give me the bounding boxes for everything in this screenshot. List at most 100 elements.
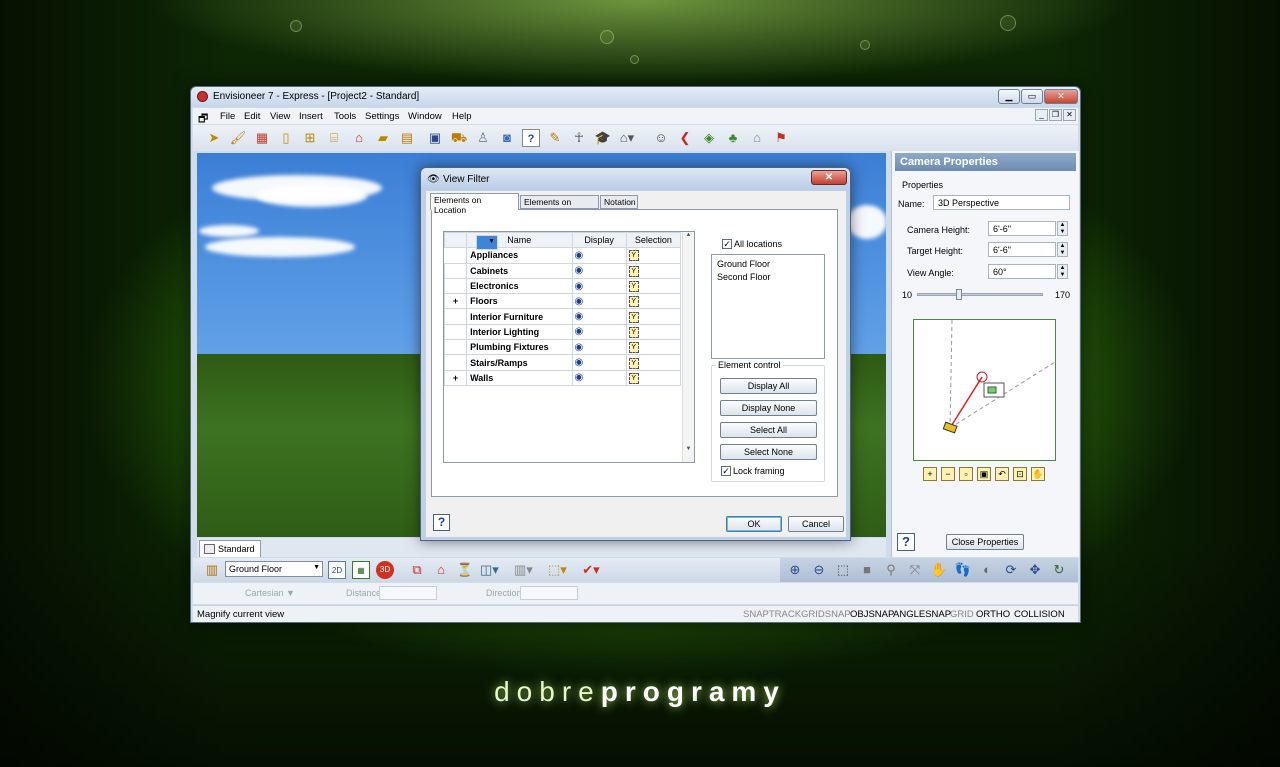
snap-gridsnap[interactable]: GRIDSNAP <box>801 609 851 620</box>
snap-collision[interactable]: COLLISION <box>1014 609 1065 620</box>
home-dropdown-icon[interactable]: ⌂▾ <box>618 129 636 147</box>
menu-view[interactable]: View <box>270 111 290 122</box>
preview-zoom-out-icon[interactable]: − <box>941 467 955 481</box>
display-toggle[interactable]: ◉ <box>571 354 627 371</box>
lamp-icon[interactable]: ♙ <box>474 129 492 147</box>
preview-fit-icon[interactable]: ▣ <box>977 467 991 481</box>
close-properties-button[interactable]: Close Properties <box>946 534 1024 550</box>
row-expander[interactable] <box>443 323 468 341</box>
orbit-icon[interactable]: ⟳ <box>1002 561 1020 579</box>
element-row[interactable]: + Walls ◉ Y <box>443 369 682 386</box>
window-icon[interactable]: ⊞ <box>301 129 319 147</box>
arrow-left-icon[interactable]: ❮ <box>676 129 694 147</box>
filter-icon[interactable]: ⏳ <box>456 561 474 579</box>
camera-preview-map[interactable] <box>913 319 1056 461</box>
row-expander[interactable] <box>443 262 468 279</box>
menu-help[interactable]: Help <box>452 111 472 122</box>
display-toggle[interactable]: ◉ <box>571 339 627 356</box>
display-toggle[interactable]: ◉ <box>571 293 627 310</box>
house-flag-icon[interactable]: ⚑ <box>772 129 790 147</box>
element-row[interactable]: Interior Furniture ◉ Y <box>443 308 682 325</box>
view-angle-field[interactable]: 60° <box>988 264 1056 279</box>
view-2d3d-icon[interactable]: ▦ <box>352 561 370 579</box>
column-display[interactable]: Display <box>571 231 627 249</box>
zoom-out-icon[interactable]: ⊖ <box>810 561 828 579</box>
floor-icon[interactable]: ▰ <box>374 129 392 147</box>
element-row[interactable]: Appliances◉Y <box>445 235 682 264</box>
display-toggle[interactable]: ◉ <box>571 323 627 341</box>
walk-icon[interactable]: 👣 <box>954 561 972 579</box>
paint-icon[interactable]: ✎ <box>546 129 564 147</box>
mdi-close-button[interactable]: ✕ <box>1063 109 1076 121</box>
cube-icon[interactable]: ⬚▾ <box>548 561 567 579</box>
view-angle-spinner[interactable]: ▲ ▼ <box>1057 264 1068 279</box>
name-field[interactable]: 3D Perspective <box>933 195 1070 210</box>
coord-mode[interactable]: Cartesian ▼ <box>245 588 295 598</box>
display-none-button[interactable]: Display None <box>720 400 817 416</box>
menu-tools[interactable]: Tools <box>334 111 356 122</box>
display-toggle[interactable]: ◉ <box>571 308 627 325</box>
location-item[interactable]: Ground Floor <box>717 258 819 271</box>
door-icon[interactable]: ▯ <box>277 129 295 147</box>
menu-settings[interactable]: Settings <box>365 111 399 122</box>
lock-framing-checkbox[interactable]: ✓ <box>721 466 731 476</box>
select-all-button[interactable]: Select All <box>720 422 817 438</box>
zoom-fit-icon[interactable]: ⤧ <box>906 561 924 579</box>
menu-window[interactable]: Window <box>408 111 442 122</box>
tab-elements-on-location[interactable]: Elements on Location <box>430 193 519 215</box>
tab-elements-on-terrain[interactable]: Elements on Terrain <box>520 195 599 217</box>
zoom-previous-icon[interactable]: ⚲ <box>882 561 900 579</box>
display-all-button[interactable]: Display All <box>720 378 817 394</box>
camera-height-field[interactable]: 6'-6" <box>988 221 1056 236</box>
selection-toggle[interactable]: Y <box>625 323 682 341</box>
display-toggle[interactable]: ◉ <box>571 369 627 386</box>
fly-icon[interactable]: ◐ <box>978 561 996 579</box>
location-list[interactable]: Ground Floor Second Floor <box>711 254 825 359</box>
grad-cap-icon[interactable]: 🎓 <box>594 129 612 147</box>
camera-icon[interactable]: ◙ <box>498 129 516 147</box>
dialog-close-button[interactable]: ✕ <box>811 170 847 185</box>
all-locations-checkbox[interactable]: ✓ <box>722 239 732 249</box>
stairs-icon[interactable]: ⌸ <box>325 129 343 147</box>
selection-toggle[interactable]: Y <box>625 262 682 279</box>
building-icon[interactable]: ▥ <box>203 561 221 579</box>
preview-zoom-in-icon[interactable]: + <box>923 467 937 481</box>
zoom-window-icon[interactable]: ⬚ <box>834 561 852 579</box>
element-row[interactable]: + Floors ◉ Y <box>443 293 682 310</box>
grid-scrollbar[interactable]: ▲ ▼ <box>682 232 694 462</box>
terrain-icon[interactable]: ◈ <box>700 129 718 147</box>
element-row[interactable]: Plumbing Fixtures ◉ Y <box>443 339 682 356</box>
zoom-in-icon[interactable]: ⊕ <box>786 561 804 579</box>
preview-extents-icon[interactable]: ⊡ <box>1013 467 1027 481</box>
preview-zoom-window-icon[interactable]: ▫ <box>959 467 973 481</box>
cabinet-icon[interactable]: ▤ <box>398 129 416 147</box>
menu-edit[interactable]: Edit <box>244 111 260 122</box>
target-height-spinner[interactable]: ▲ ▼ <box>1057 242 1068 257</box>
person-icon[interactable]: ☺ <box>652 129 670 147</box>
row-expander[interactable]: + <box>443 293 468 310</box>
row-expander[interactable] <box>443 339 468 356</box>
preview-pan-icon[interactable]: ✋ <box>1031 467 1045 481</box>
display-toggle[interactable]: ◉ <box>571 247 627 264</box>
ruler-icon[interactable]: ▥▾ <box>514 561 533 579</box>
maximize-button[interactable]: ▭ <box>1021 89 1043 104</box>
display-toggle[interactable]: ◉ <box>571 277 627 295</box>
row-expander[interactable] <box>476 235 498 251</box>
screen-icon[interactable]: ▣ <box>426 129 444 147</box>
view-angle-slider[interactable] <box>917 289 1043 300</box>
view-3d-button[interactable]: 3D <box>376 561 394 579</box>
plant-icon[interactable]: ♣ <box>724 129 742 147</box>
wall-icon[interactable]: ▦ <box>253 129 271 147</box>
direction-field[interactable] <box>520 586 578 600</box>
selection-toggle[interactable]: Y <box>625 277 682 295</box>
row-expander[interactable] <box>443 277 468 295</box>
selection-toggle[interactable]: Y <box>625 339 682 356</box>
dialog-help-icon[interactable]: ? <box>433 514 450 531</box>
cancel-button[interactable]: Cancel <box>788 516 844 532</box>
display-toggle[interactable]: ◉ <box>571 262 627 279</box>
element-row[interactable]: Interior Lighting ◉ Y <box>443 323 682 341</box>
snap-grid[interactable]: GRID <box>950 609 974 620</box>
house-outline-icon[interactable]: ⌂ <box>748 129 766 147</box>
ok-button[interactable]: OK <box>726 516 782 532</box>
zoom-extents-icon[interactable]: ■ <box>858 561 876 579</box>
